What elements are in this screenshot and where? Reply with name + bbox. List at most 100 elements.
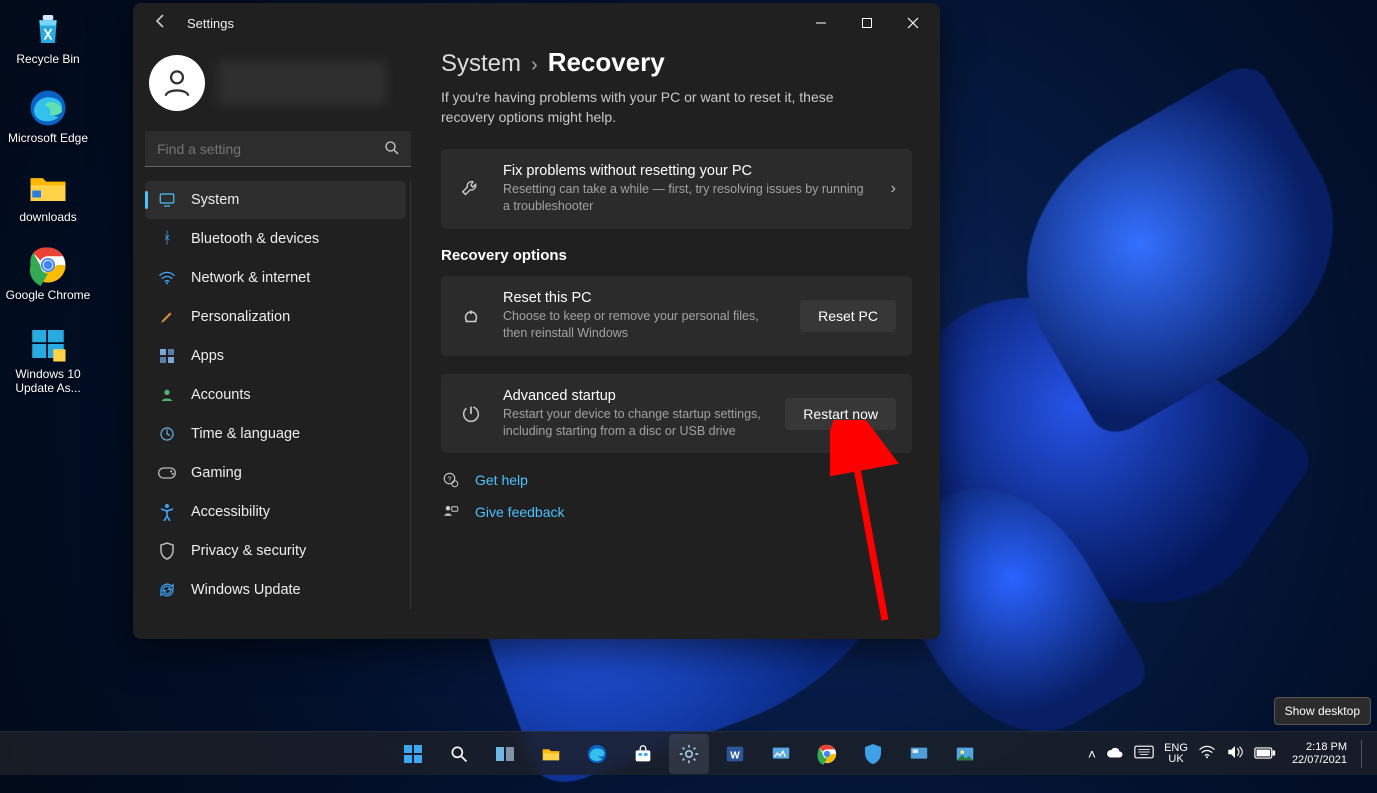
avatar: [149, 55, 205, 111]
fix-problems-card[interactable]: Fix problems without resetting your PC R…: [441, 149, 912, 229]
desktop-icons: Recycle Bin Microsoft Edge downloads Goo…: [4, 8, 92, 396]
taskbar-security-button[interactable]: [853, 734, 893, 774]
get-help-link[interactable]: ? Get help: [441, 471, 912, 489]
desktop-icon-label: Google Chrome: [6, 289, 91, 303]
svg-text:W: W: [730, 750, 740, 761]
chrome-icon: [27, 244, 69, 286]
accessibility-icon: [157, 502, 177, 522]
back-button[interactable]: [145, 13, 177, 34]
page-title: Recovery: [548, 47, 665, 78]
desktop-icon-label: Microsoft Edge: [8, 132, 88, 146]
feedback-icon: [441, 503, 461, 521]
taskbar-photos-button[interactable]: [945, 734, 985, 774]
taskbar-app-button[interactable]: [899, 734, 939, 774]
desktop-icon-label: Windows 10 Update As...: [4, 368, 92, 396]
svg-text:?: ?: [447, 475, 451, 484]
sidebar: System ᚼ Bluetooth & devices Network & i…: [133, 43, 423, 639]
update-icon: [157, 580, 177, 600]
sidebar-item-label: System: [191, 192, 239, 208]
desktop-icon-google-chrome[interactable]: Google Chrome: [4, 244, 92, 303]
maximize-button[interactable]: [844, 7, 890, 39]
show-desktop-button[interactable]: [1361, 740, 1367, 768]
sidebar-item-label: Gaming: [191, 465, 242, 481]
taskbar-store-button[interactable]: [623, 734, 663, 774]
sidebar-item-time-language[interactable]: Time & language: [145, 415, 406, 453]
task-view-button[interactable]: [485, 734, 525, 774]
sidebar-item-windows-update[interactable]: Windows Update: [145, 571, 406, 609]
onedrive-icon[interactable]: [1106, 746, 1124, 762]
show-desktop-tooltip: Show desktop: [1274, 697, 1371, 725]
restart-now-button[interactable]: Restart now: [785, 398, 896, 430]
sidebar-item-privacy[interactable]: Privacy & security: [145, 532, 406, 570]
breadcrumb: System › Recovery: [441, 47, 912, 78]
start-button[interactable]: [393, 734, 433, 774]
reset-pc-button[interactable]: Reset PC: [800, 300, 896, 332]
desktop-icon-recycle-bin[interactable]: Recycle Bin: [4, 8, 92, 67]
clock[interactable]: 2:18 PM 22/07/2021: [1292, 741, 1347, 765]
taskbar-center: W: [393, 734, 985, 774]
profile-block[interactable]: [145, 49, 411, 125]
reset-icon: [457, 305, 485, 327]
wrench-icon: [457, 178, 485, 200]
globe-clock-icon: [157, 424, 177, 444]
monitor-icon: [157, 190, 177, 210]
taskbar-chrome-button[interactable]: [807, 734, 847, 774]
sidebar-item-bluetooth[interactable]: ᚼ Bluetooth & devices: [145, 220, 406, 258]
taskbar-edge-button[interactable]: [577, 734, 617, 774]
titlebar: Settings: [133, 3, 940, 43]
sidebar-item-personalization[interactable]: Personalization: [145, 298, 406, 336]
taskbar-search-button[interactable]: [439, 734, 479, 774]
card-desc: Resetting can take a while — first, try …: [503, 181, 873, 215]
help-icon: ?: [441, 471, 461, 489]
window-title: Settings: [187, 16, 234, 31]
desktop-icon-downloads[interactable]: downloads: [4, 166, 92, 225]
sidebar-item-label: Network & internet: [191, 270, 310, 286]
breadcrumb-root[interactable]: System: [441, 50, 521, 78]
desktop-icon-microsoft-edge[interactable]: Microsoft Edge: [4, 87, 92, 146]
taskbar-word-button[interactable]: W: [715, 734, 755, 774]
sidebar-item-label: Apps: [191, 348, 224, 364]
sidebar-item-gaming[interactable]: Gaming: [145, 454, 406, 492]
settings-window: Settings System: [133, 3, 940, 639]
sidebar-item-label: Personalization: [191, 309, 290, 325]
tray-overflow-icon[interactable]: ˄: [1088, 746, 1096, 762]
link-label: Get help: [475, 472, 528, 488]
wifi-icon: [157, 268, 177, 288]
minimize-button[interactable]: [798, 7, 844, 39]
volume-tray-icon[interactable]: [1226, 744, 1244, 763]
taskbar-explorer-button[interactable]: [531, 734, 571, 774]
nav: System ᚼ Bluetooth & devices Network & i…: [145, 181, 411, 609]
wifi-tray-icon[interactable]: [1198, 745, 1216, 762]
user-name-redacted: [217, 61, 387, 105]
sidebar-item-label: Accounts: [191, 387, 251, 403]
sidebar-item-system[interactable]: System: [145, 181, 406, 219]
sidebar-item-accounts[interactable]: Accounts: [145, 376, 406, 414]
gamepad-icon: [157, 463, 177, 483]
intro-text: If you're having problems with your PC o…: [441, 88, 881, 127]
language-indicator[interactable]: ENG UK: [1164, 743, 1188, 765]
apps-icon: [157, 346, 177, 366]
close-button[interactable]: [890, 7, 936, 39]
sidebar-item-apps[interactable]: Apps: [145, 337, 406, 375]
sidebar-item-label: Bluetooth & devices: [191, 231, 319, 247]
card-desc: Choose to keep or remove your personal f…: [503, 308, 782, 342]
taskbar-settings-button[interactable]: [669, 734, 709, 774]
brush-icon: [157, 307, 177, 327]
shield-icon: [157, 541, 177, 561]
keyboard-icon[interactable]: [1134, 745, 1154, 762]
sidebar-item-network[interactable]: Network & internet: [145, 259, 406, 297]
power-restart-icon: [457, 403, 485, 425]
give-feedback-link[interactable]: Give feedback: [441, 503, 912, 521]
sidebar-item-label: Time & language: [191, 426, 300, 442]
desktop-icon-win10-assistant[interactable]: Windows 10 Update As...: [4, 323, 92, 396]
search-input[interactable]: [145, 131, 411, 167]
recycle-bin-icon: [27, 8, 69, 50]
battery-tray-icon[interactable]: [1254, 746, 1276, 762]
chevron-right-icon: ›: [891, 180, 896, 198]
sidebar-item-accessibility[interactable]: Accessibility: [145, 493, 406, 531]
taskbar: W ˄ ENG UK 2:18 PM 22/07/2021: [0, 731, 1377, 775]
desktop-icon-label: downloads: [19, 211, 76, 225]
search-box: [145, 131, 411, 167]
taskbar-monitor-app-button[interactable]: [761, 734, 801, 774]
card-desc: Restart your device to change startup se…: [503, 406, 767, 440]
